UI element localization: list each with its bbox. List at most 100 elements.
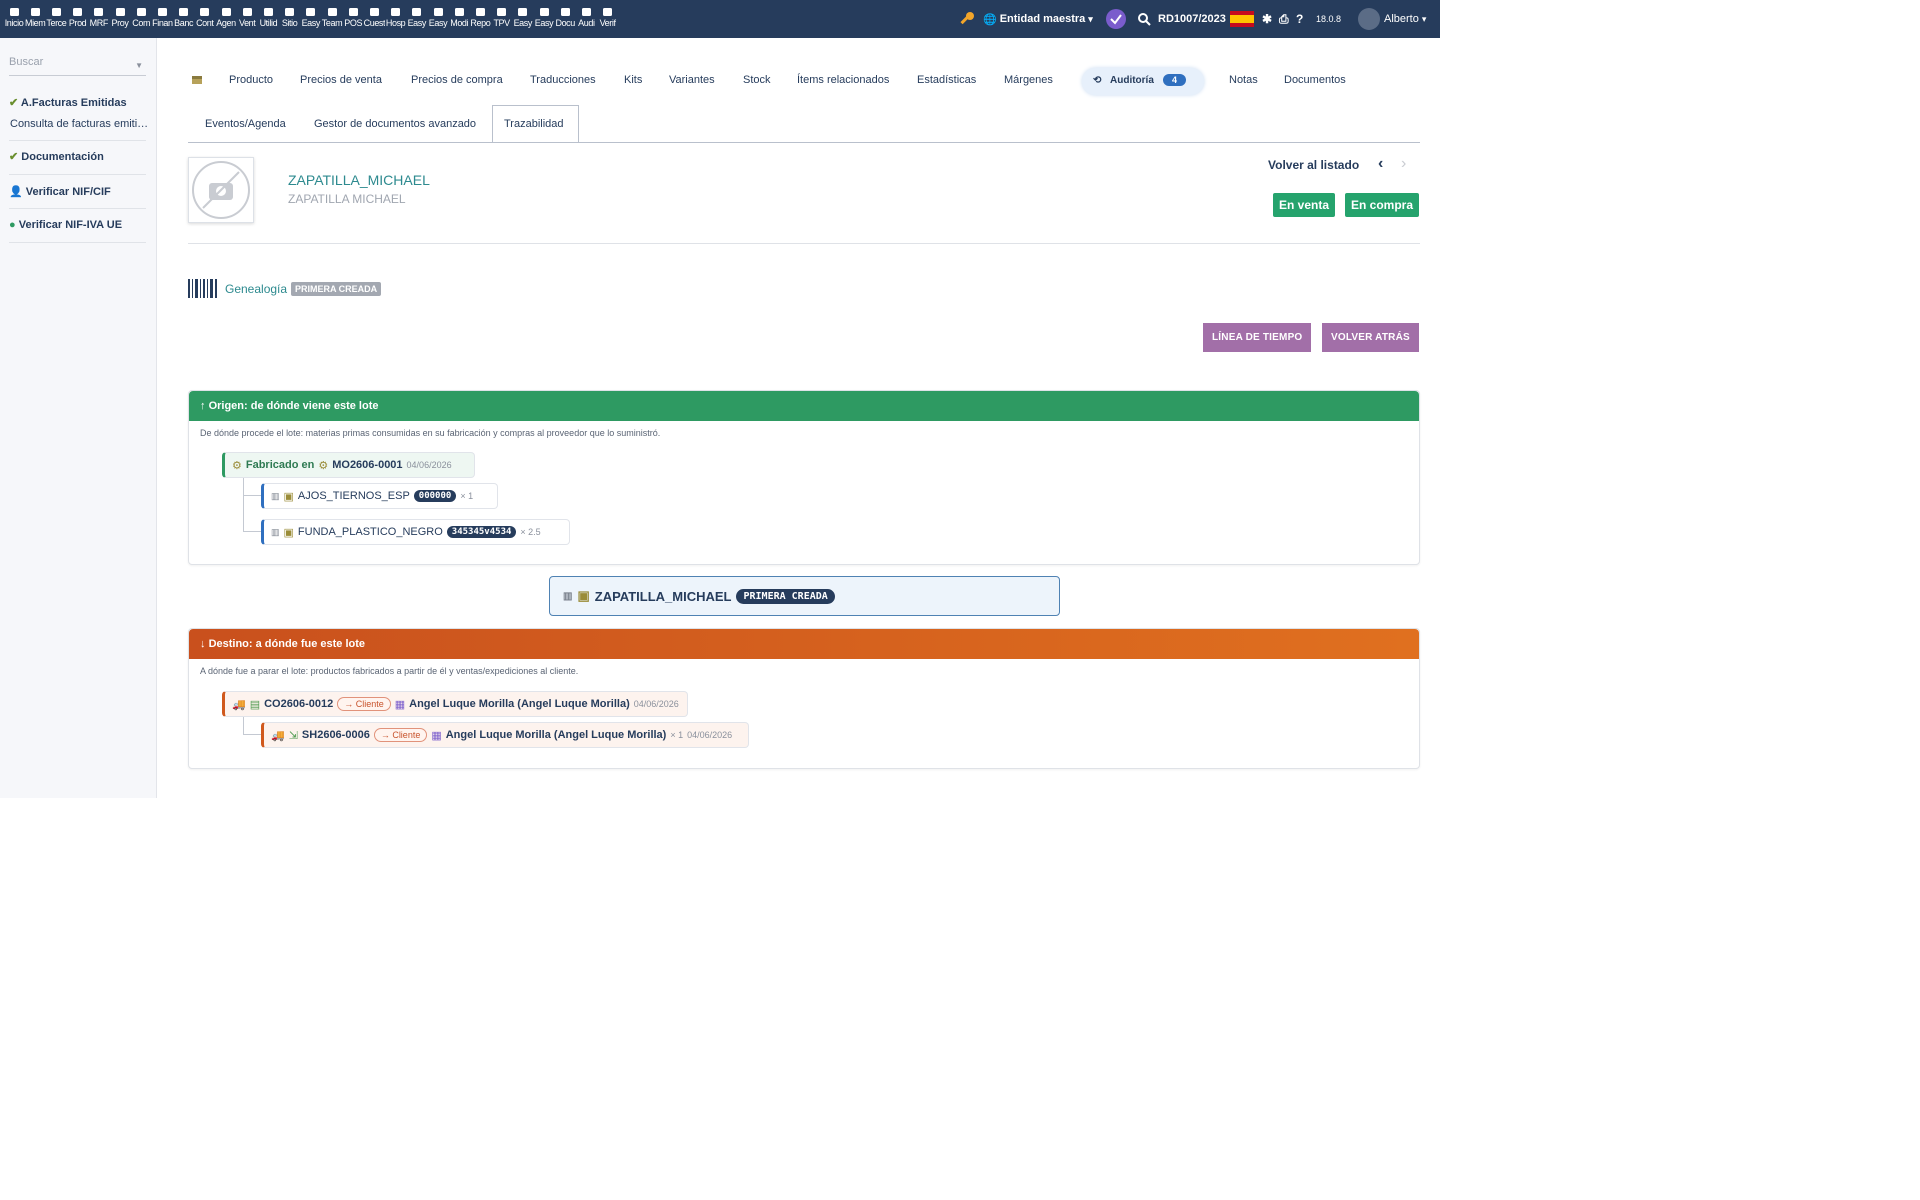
shipment-ref: SH2606-0006 (301, 729, 370, 741)
tab-gestor-documentos[interactable]: Gestor de documentos avanzado (314, 118, 476, 130)
module-icon (157, 7, 168, 17)
key-icon[interactable] (958, 0, 976, 38)
genealogy-title: Genealogía (225, 282, 288, 296)
module-icon (475, 7, 486, 17)
module-icon (454, 7, 465, 17)
component-node[interactable]: ▥ ▣ AJOS_TIERNOS_ESP 000000 × 1 (261, 483, 498, 509)
destination-card-header: ↓ Destino: a dónde fue este lote (189, 629, 1419, 659)
sidebar-item-label: Verificar NIF/CIF (25, 186, 111, 198)
tab-documentos[interactable]: Documentos (1284, 74, 1346, 86)
product-label: ZAPATILLA MICHAEL (288, 192, 406, 206)
tab-margenes[interactable]: Márgenes (1004, 74, 1053, 86)
module-icon (539, 7, 550, 17)
entity-selector[interactable]: 🌐 Entidad maestra ▾ (983, 0, 1093, 38)
help-icon[interactable]: ? (1296, 0, 1303, 38)
print-icon[interactable]: ⎙ (1279, 0, 1289, 38)
sidebar-item-label: A.Facturas Emitidas (20, 97, 127, 109)
manufacturing-order-node[interactable]: ⚙ Fabricado en ⚙ MO2606-0001 04/06/2026 (222, 452, 475, 478)
sidebar-item-verificar-nif[interactable]: 👤 Verificar NIF/CIF (9, 185, 111, 198)
product-photo-placeholder (188, 157, 254, 223)
sidebar-item-verificar-nif-iva[interactable]: ● Verificar NIF-IVA UE (9, 219, 122, 231)
module-icon (390, 7, 401, 17)
tab-eventos-agenda[interactable]: Eventos/Agenda (205, 118, 286, 130)
tree-connector (243, 717, 261, 735)
order-date: 04/06/2026 (633, 699, 679, 709)
tab-auditoria-label: Auditoría (1110, 75, 1154, 86)
arrow-down-icon: ↓ (200, 638, 206, 650)
module-label: Easy (534, 18, 554, 28)
module-label: Verif (599, 18, 616, 28)
tools-icon: ✔ (9, 97, 19, 109)
module-icon (433, 7, 444, 17)
module-label: Hosp (385, 18, 406, 28)
sidebar-item-documentacion[interactable]: ✔ Documentación (9, 150, 104, 163)
chevron-left-icon[interactable]: ‹ (1378, 155, 1383, 173)
version-label: 18.0.8 (1316, 14, 1342, 24)
history-icon: ⟲ (1093, 75, 1102, 86)
sidebar-divider (9, 174, 146, 175)
tab-precios-compra[interactable]: Precios de compra (411, 74, 503, 86)
search-icon[interactable] (1137, 0, 1151, 38)
entity-label: Entidad maestra (999, 13, 1086, 25)
bug-icon[interactable]: ✱ (1262, 0, 1272, 38)
module-label: Team (321, 18, 343, 28)
component-node[interactable]: ▥ ▣ FUNDA_PLASTICO_NEGRO 345345v4534 × 2… (261, 519, 570, 545)
tab-items-relacionados[interactable]: Ítems relacionados (797, 74, 889, 86)
module-icon (369, 7, 380, 17)
made-in-label: Fabricado en (245, 459, 315, 471)
sidebar-item-consulta-facturas[interactable]: Consulta de facturas emitidas (10, 118, 150, 130)
tab-producto[interactable]: Producto (229, 74, 273, 86)
module-label: Cuest (363, 18, 386, 28)
module-label: Repo (470, 18, 491, 28)
top-menu-module[interactable]: Verif (596, 7, 620, 28)
sidebar-divider (9, 208, 146, 209)
timeline-button[interactable]: LÍNEA DE TIEMPO (1203, 323, 1312, 352)
module-label: Cont (196, 18, 214, 28)
tab-estadisticas[interactable]: Estadísticas (917, 74, 976, 86)
module-icon (517, 7, 528, 17)
module-label: Agen (216, 18, 236, 28)
tab-trazabilidad[interactable]: Trazabilidad (504, 118, 564, 130)
go-back-button[interactable]: VOLVER ATRÁS (1322, 323, 1419, 352)
module-icon (327, 7, 338, 17)
origin-description: De dónde procede el lote: materias prima… (200, 428, 661, 438)
destination-title: Destino: a dónde fue este lote (208, 638, 366, 650)
customer-name: Angel Luque Morilla (Angel Luque Morilla… (409, 698, 630, 710)
module-label: Easy (407, 18, 427, 28)
tab-precios-venta[interactable]: Precios de venta (300, 74, 382, 86)
module-icon (178, 7, 189, 17)
tab-variantes[interactable]: Variantes (669, 74, 715, 86)
tab-kits[interactable]: Kits (624, 74, 642, 86)
back-to-list-link[interactable]: Volver al listado (1268, 158, 1359, 172)
check-badge-icon[interactable] (1105, 0, 1127, 38)
tab-notas[interactable]: Notas (1229, 74, 1258, 86)
component-qty: × 1 (460, 491, 474, 501)
user-menu[interactable]: Alberto ▾ (1358, 0, 1426, 38)
current-lot-node[interactable]: ▥ ▣ ZAPATILLA_MICHAEL PRIMERA CREADA (549, 576, 1060, 616)
sidebar-item-facturas-emitidas[interactable]: ✔ A.Facturas Emitidas (9, 96, 127, 109)
spain-flag-icon[interactable] (1230, 0, 1254, 38)
chevron-right-icon[interactable]: › (1401, 155, 1406, 173)
module-icon (93, 7, 104, 17)
gears-icon: ⚙ (232, 459, 242, 472)
role-chip: → Cliente (337, 697, 391, 711)
search-input[interactable]: Buscar ▼ (9, 56, 146, 76)
sidebar-item-label: Documentación (21, 151, 104, 163)
record-reference[interactable]: RD1007/2023 (1158, 0, 1226, 38)
shipment-date: 04/06/2026 (687, 730, 733, 740)
globe-icon: 🌐 (983, 13, 997, 26)
shipment-node[interactable]: 🚚 ⇲ SH2606-0006 → Cliente ▦ Angel Luque … (261, 722, 749, 748)
tab-traducciones[interactable]: Traducciones (530, 74, 596, 86)
component-qty: × 2.5 (520, 527, 541, 537)
module-label: Finan (152, 18, 173, 28)
module-label: Easy (301, 18, 321, 28)
current-lot-ref: ZAPATILLA_MICHAEL (594, 588, 732, 604)
module-icon (51, 7, 62, 17)
genealogy-badge: PRIMERA CREADA (291, 282, 382, 296)
module-label: Utilid (259, 18, 278, 28)
tab-stock[interactable]: Stock (743, 74, 771, 86)
gears-icon: ⚙ (318, 459, 329, 472)
customer-order-node[interactable]: 🚚 ▤ CO2606-0012 → Cliente ▦ Angel Luque … (222, 691, 688, 717)
customer-name: Angel Luque Morilla (Angel Luque Morilla… (445, 729, 667, 741)
module-icon (199, 7, 210, 17)
